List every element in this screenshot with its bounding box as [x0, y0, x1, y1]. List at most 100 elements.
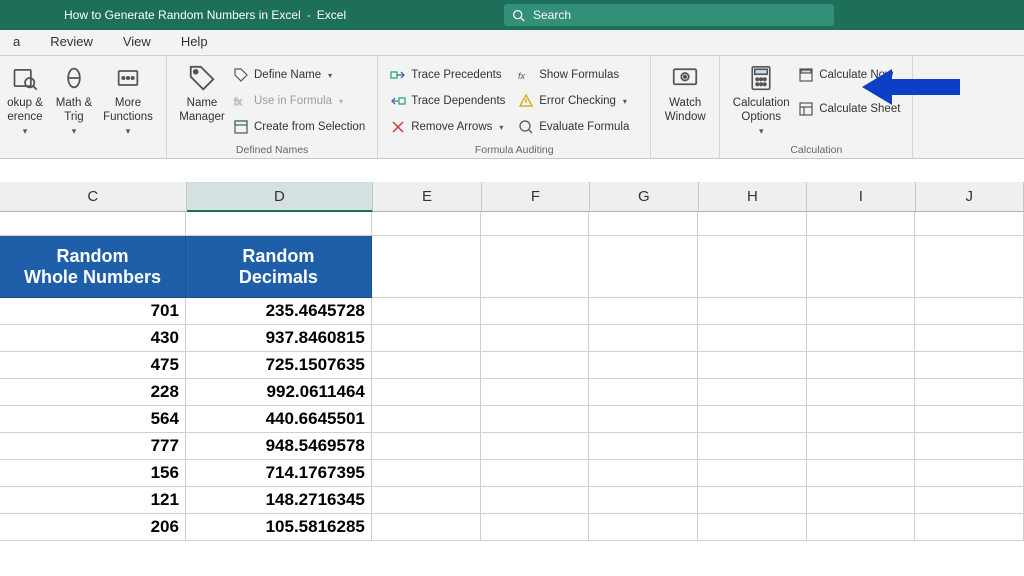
cell[interactable]: 564 [0, 406, 186, 433]
more-functions-button[interactable]: MoreFunctions▾ [98, 60, 158, 138]
cell[interactable] [481, 236, 590, 298]
tab-help[interactable]: Help [173, 30, 216, 55]
math-trig-button[interactable]: Math &Trig▾ [50, 60, 98, 138]
cell[interactable]: 235.4645728 [186, 298, 372, 325]
cell[interactable] [915, 406, 1024, 433]
cell[interactable] [589, 433, 698, 460]
col-header-c[interactable]: C [0, 182, 187, 212]
cell[interactable] [807, 406, 916, 433]
watch-window-button[interactable]: WatchWindow [657, 60, 713, 138]
cell[interactable]: 105.5816285 [186, 514, 372, 541]
cell[interactable] [807, 236, 916, 298]
col-header-d[interactable]: D [187, 182, 374, 212]
cell[interactable] [698, 379, 807, 406]
cell[interactable]: 430 [0, 325, 186, 352]
cell[interactable] [481, 487, 590, 514]
cell[interactable] [698, 212, 807, 236]
cell[interactable]: 777 [0, 433, 186, 460]
col-header-g[interactable]: G [590, 182, 698, 212]
cell[interactable] [481, 460, 590, 487]
cell[interactable] [372, 298, 481, 325]
cell[interactable] [915, 514, 1024, 541]
cell[interactable] [481, 212, 590, 236]
cell[interactable] [915, 298, 1024, 325]
cell[interactable] [915, 460, 1024, 487]
cell[interactable] [807, 487, 916, 514]
cell[interactable] [915, 433, 1024, 460]
define-name-button[interactable]: Define Name▾ [229, 63, 369, 87]
header-random-decimals[interactable]: Random Decimals [186, 236, 372, 298]
tab-view[interactable]: View [115, 30, 159, 55]
create-from-selection-button[interactable]: Create from Selection [229, 115, 369, 139]
cell[interactable] [372, 433, 481, 460]
cell[interactable]: 440.6645501 [186, 406, 372, 433]
cell[interactable] [372, 212, 481, 236]
calculation-options-button[interactable]: CalculationOptions▾ [728, 60, 794, 138]
cell[interactable] [372, 325, 481, 352]
cell[interactable]: 714.1767395 [186, 460, 372, 487]
cell[interactable]: 701 [0, 298, 186, 325]
cell[interactable] [481, 379, 590, 406]
cell[interactable] [915, 325, 1024, 352]
cell[interactable]: 948.5469578 [186, 433, 372, 460]
cell[interactable] [698, 514, 807, 541]
cell[interactable] [698, 460, 807, 487]
cell[interactable] [807, 212, 916, 236]
cell[interactable] [372, 352, 481, 379]
trace-precedents-button[interactable]: Trace Precedents [386, 63, 514, 87]
cell[interactable]: 121 [0, 487, 186, 514]
cell[interactable] [915, 352, 1024, 379]
cell[interactable] [372, 487, 481, 514]
cell[interactable] [807, 379, 916, 406]
cell[interactable] [698, 352, 807, 379]
cell[interactable] [0, 212, 186, 236]
cell[interactable] [589, 212, 698, 236]
cell[interactable] [589, 298, 698, 325]
cell[interactable] [915, 487, 1024, 514]
cell[interactable] [698, 236, 807, 298]
cell[interactable] [915, 212, 1024, 236]
cell[interactable]: 228 [0, 379, 186, 406]
cell[interactable] [807, 460, 916, 487]
cell[interactable] [372, 406, 481, 433]
error-checking-button[interactable]: Error Checking▾ [514, 89, 642, 113]
cell[interactable] [698, 325, 807, 352]
cell[interactable] [589, 460, 698, 487]
cell[interactable] [698, 487, 807, 514]
cell[interactable] [698, 433, 807, 460]
cell[interactable] [481, 433, 590, 460]
header-random-whole[interactable]: Random Whole Numbers [0, 236, 186, 298]
remove-arrows-button[interactable]: Remove Arrows▾ [386, 115, 514, 139]
cell[interactable] [481, 298, 590, 325]
cell[interactable] [372, 460, 481, 487]
cell[interactable]: 992.0611464 [186, 379, 372, 406]
lookup-reference-button[interactable]: okup &erence▾ [0, 60, 50, 138]
cell[interactable]: 206 [0, 514, 186, 541]
cell[interactable] [807, 352, 916, 379]
cell[interactable] [372, 514, 481, 541]
col-header-h[interactable]: H [699, 182, 807, 212]
cell[interactable] [589, 487, 698, 514]
cell[interactable]: 725.1507635 [186, 352, 372, 379]
cell[interactable] [186, 212, 372, 236]
cell[interactable]: 148.2716345 [186, 487, 372, 514]
cell[interactable] [372, 379, 481, 406]
col-header-j[interactable]: J [916, 182, 1024, 212]
cell[interactable]: 156 [0, 460, 186, 487]
show-formulas-button[interactable]: fxShow Formulas [514, 63, 642, 87]
col-header-e[interactable]: E [373, 182, 481, 212]
tab-review[interactable]: Review [42, 30, 101, 55]
cell[interactable] [807, 298, 916, 325]
cell[interactable] [372, 236, 481, 298]
trace-dependents-button[interactable]: Trace Dependents [386, 89, 514, 113]
cell[interactable] [807, 433, 916, 460]
cell[interactable] [589, 325, 698, 352]
tab-partial[interactable]: a [5, 30, 28, 55]
cell[interactable] [481, 325, 590, 352]
search-box[interactable]: Search [504, 4, 834, 26]
cell[interactable] [481, 514, 590, 541]
cell[interactable]: 475 [0, 352, 186, 379]
cell[interactable] [481, 352, 590, 379]
cell[interactable]: 937.8460815 [186, 325, 372, 352]
col-header-i[interactable]: I [807, 182, 915, 212]
